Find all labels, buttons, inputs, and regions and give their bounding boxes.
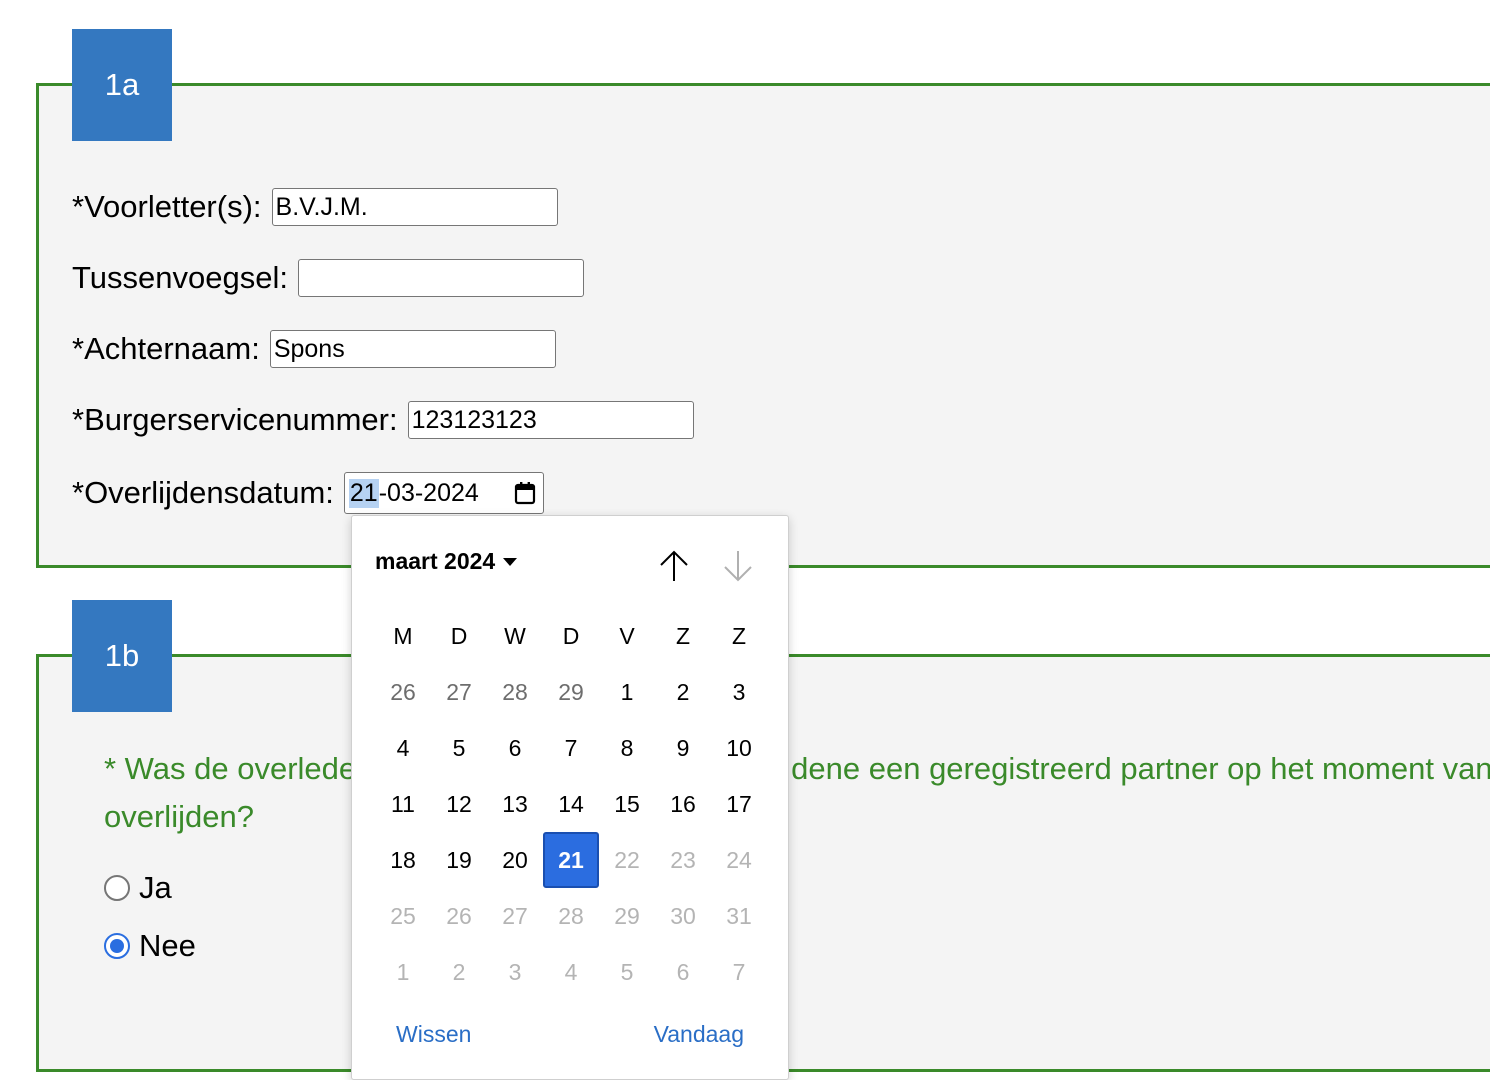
radio-option-nee[interactable]: Nee [104, 928, 196, 964]
previous-month-arrow-icon[interactable] [656, 547, 692, 585]
calendar-day: 3 [508, 958, 522, 985]
calendar-day[interactable]: 1 [599, 664, 655, 720]
question-text-line2: overlijden? [104, 799, 254, 834]
date-picker-popup: maart 2024 MDWDVZZ 26 27 28 29 1 2 3 4 5 6 7 8 9 10 11… [351, 515, 789, 1080]
achternaam-row: *Achternaam: [72, 330, 556, 368]
overlijdensdatum-label: *Overlijdensdatum: [72, 475, 334, 510]
calendar-day[interactable]: 7 [543, 720, 599, 776]
question-text-start: * Was de overlede [104, 751, 357, 786]
section-legend-1a: 1a [72, 29, 172, 141]
next-month-arrow-icon[interactable] [720, 547, 756, 585]
overlijdensdatum-row: *Overlijdensdatum: 21 -03-2024 [72, 472, 544, 514]
calendar-day[interactable]: 29 [543, 664, 599, 720]
calendar-day: 1 [396, 958, 410, 985]
calendar-day: 5 [620, 958, 634, 985]
weekday-header: D [450, 622, 468, 649]
calendar-day: 25 [390, 902, 416, 929]
radio-ja[interactable] [104, 875, 130, 901]
calendar-week-row: 26 27 28 29 1 2 3 [375, 664, 767, 720]
calendar-day[interactable]: 18 [375, 832, 431, 888]
calendar-day[interactable]: 5 [431, 720, 487, 776]
calendar-day: 4 [564, 958, 578, 985]
calendar-day-selected[interactable]: 21 [543, 832, 599, 888]
voorletters-row: *Voorletter(s): [72, 188, 558, 226]
calendar-day: 22 [614, 846, 640, 873]
date-month-year-segment[interactable]: -03-2024 [379, 479, 479, 508]
calendar-day[interactable]: 4 [375, 720, 431, 776]
calendar-day: 28 [558, 902, 584, 929]
calendar-week-row: 4 5 6 7 8 9 10 [375, 720, 767, 776]
calendar-day[interactable]: 3 [711, 664, 767, 720]
weekday-header: Z [675, 622, 691, 649]
calendar-week-row: 25 26 27 28 29 30 31 [375, 888, 767, 944]
voorletters-input[interactable] [271, 188, 558, 226]
calendar-day[interactable]: 11 [375, 776, 431, 832]
today-button[interactable]: Vandaag [654, 1021, 744, 1048]
calendar-day[interactable]: 9 [655, 720, 711, 776]
calendar-day: 23 [670, 846, 696, 873]
month-year-label: maart 2024 [375, 548, 496, 574]
calendar-day[interactable]: 20 [487, 832, 543, 888]
tussenvoegsel-label: Tussenvoegsel: [72, 260, 288, 295]
calendar-day: 27 [502, 902, 528, 929]
radio-nee[interactable] [104, 933, 130, 959]
weekday-header: D [562, 622, 580, 649]
calendar-day[interactable]: 19 [431, 832, 487, 888]
calendar-day[interactable]: 2 [655, 664, 711, 720]
calendar-day[interactable]: 13 [487, 776, 543, 832]
calendar-day: 30 [670, 902, 696, 929]
calendar-day[interactable]: 6 [487, 720, 543, 776]
calendar-day[interactable]: 28 [487, 664, 543, 720]
calendar-day[interactable]: 15 [599, 776, 655, 832]
partner-question: * Was de overlede dene een geregistreerd … [104, 745, 1490, 841]
weekday-header: V [619, 622, 635, 649]
radio-nee-label: Nee [139, 928, 196, 963]
calendar-day[interactable]: 16 [655, 776, 711, 832]
tussenvoegsel-input[interactable] [297, 259, 584, 297]
calendar-day: 24 [726, 846, 752, 873]
calendar-day[interactable]: 8 [599, 720, 655, 776]
weekday-header: Z [731, 622, 747, 649]
date-day-segment[interactable]: 21 [348, 478, 379, 508]
calendar-day: 29 [614, 902, 640, 929]
calendar-day: 2 [452, 958, 466, 985]
achternaam-input[interactable] [269, 330, 556, 368]
calendar-day[interactable]: 14 [543, 776, 599, 832]
calendar-day[interactable]: 27 [431, 664, 487, 720]
dropdown-caret-icon [503, 557, 518, 566]
calendar-day[interactable]: 17 [711, 776, 767, 832]
calendar-day: 26 [446, 902, 472, 929]
month-year-selector[interactable]: maart 2024 [375, 548, 518, 575]
tussenvoegsel-row: Tussenvoegsel: [72, 259, 584, 297]
calendar-day: 31 [726, 902, 752, 929]
bsn-input[interactable] [407, 401, 694, 439]
calendar-day: 6 [676, 958, 690, 985]
section-legend-1b: 1b [72, 600, 172, 712]
weekday-header: M [393, 622, 413, 649]
achternaam-label: *Achternaam: [72, 331, 260, 366]
calendar-day: 7 [732, 958, 746, 985]
radio-ja-label: Ja [139, 870, 172, 905]
bsn-row: *Burgerservicenummer: [72, 401, 694, 439]
calendar-week-row: 11 12 13 14 15 16 17 [375, 776, 767, 832]
calendar-day[interactable]: 26 [375, 664, 431, 720]
picker-footer: Wissen Vandaag [396, 1021, 744, 1048]
page: 1a *Voorletter(s): Tussenvoegsel: *Achte… [0, 0, 1490, 1080]
calendar-grid: MDWDVZZ 26 27 28 29 1 2 3 4 5 6 7 8 9 10 11 12 13 14 15 16 1… [375, 608, 767, 1000]
calendar-day[interactable]: 12 [431, 776, 487, 832]
weekday-header-row: MDWDVZZ [375, 608, 767, 664]
calendar-week-row: 18 19 20 21 22 23 24 [375, 832, 767, 888]
voorletters-label: *Voorletter(s): [72, 189, 262, 224]
calendar-day[interactable]: 10 [711, 720, 767, 776]
overlijdensdatum-input[interactable]: 21 -03-2024 [343, 472, 544, 514]
question-text-end: dene een geregistreerd partner op het mo… [791, 751, 1490, 786]
calendar-icon[interactable] [514, 481, 536, 505]
calendar-week-row: 1 2 3 4 5 6 7 [375, 944, 767, 1000]
weekday-header: W [504, 622, 526, 649]
clear-button[interactable]: Wissen [396, 1021, 471, 1048]
bsn-label: *Burgerservicenummer: [72, 402, 398, 437]
radio-option-ja[interactable]: Ja [104, 870, 172, 906]
